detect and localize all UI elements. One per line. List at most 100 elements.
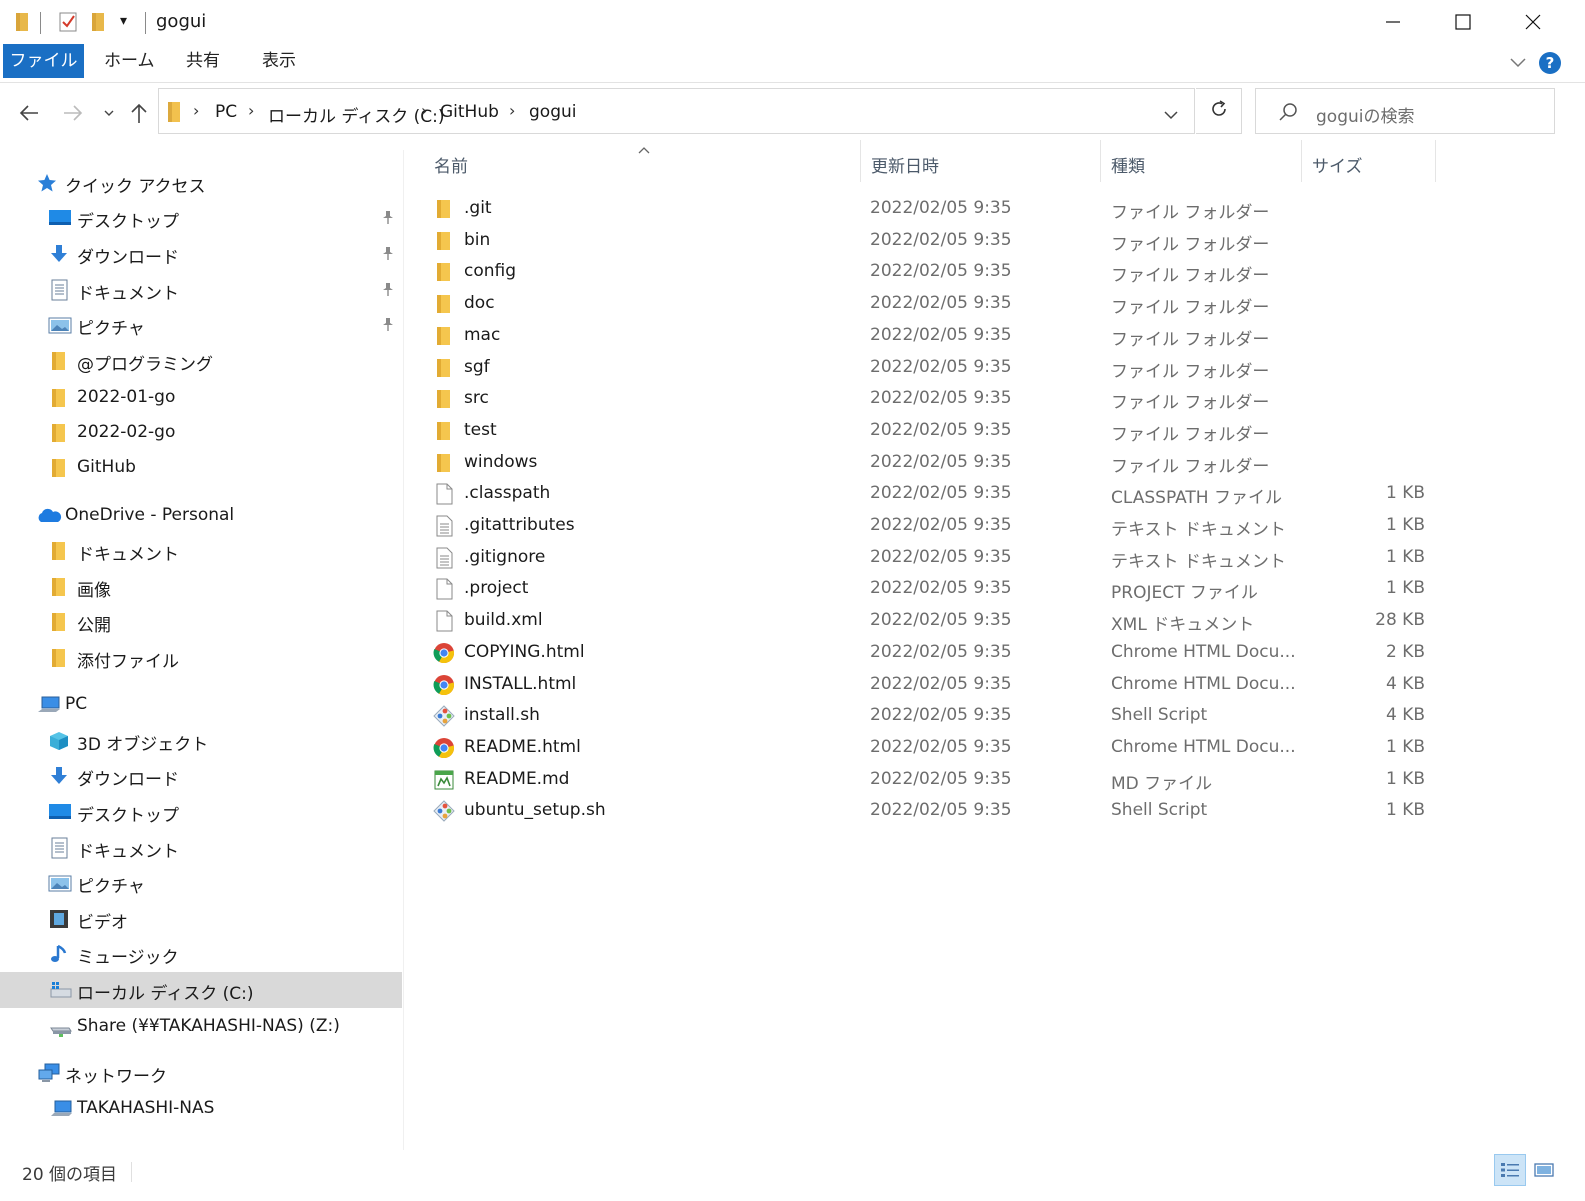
tab-file[interactable]: ファイル: [3, 44, 84, 78]
file-row[interactable]: INSTALL.html 2022/02/05 9:35 Chrome HTML D…: [425, 670, 1435, 700]
breadcrumb-separator[interactable]: ›: [509, 101, 515, 120]
file-row[interactable]: .project 2022/02/05 9:35 PROJECT ファイル 1 KB: [425, 574, 1435, 604]
chevron-down-icon[interactable]: [1508, 54, 1528, 74]
sidebar-item[interactable]: ドキュメント: [0, 533, 402, 569]
file-row[interactable]: config 2022/02/05 9:35 ファイル フォルダー: [425, 257, 1435, 287]
sidebar-item[interactable]: ピクチャ: [0, 865, 402, 901]
file-row[interactable]: README.md 2022/02/05 9:35 MD ファイル 1 KB: [425, 765, 1435, 795]
file-row[interactable]: README.html 2022/02/05 9:35 Chrome HTML Do…: [425, 733, 1435, 763]
sidebar-item[interactable]: ダウンロード: [0, 758, 402, 794]
sidebar-item[interactable]: 添付ファイル: [0, 640, 402, 676]
minimize-button[interactable]: [1358, 0, 1428, 44]
breadcrumb-separator[interactable]: ›: [193, 101, 199, 120]
sidebar-item[interactable]: 2022-01-go: [0, 380, 402, 416]
sidebar-item[interactable]: ピクチャ: [0, 307, 402, 343]
sidebar-item[interactable]: ビデオ: [0, 901, 402, 937]
help-button[interactable]: ?: [1539, 52, 1561, 74]
sidebar-item[interactable]: 公開: [0, 604, 402, 640]
sidebar-item[interactable]: GitHub: [0, 450, 402, 486]
file-name: sgf: [464, 356, 490, 377]
pictures-icon: [48, 872, 72, 894]
tab-view[interactable]: 表示: [248, 44, 310, 78]
sidebar-item[interactable]: Share (¥¥TAKAHASHI-NAS) (Z:): [0, 1009, 402, 1045]
pin-icon[interactable]: [380, 245, 396, 266]
address-history-chevron-icon[interactable]: [1163, 106, 1179, 126]
sidebar-item[interactable]: TAKAHASHI-NAS: [0, 1091, 402, 1127]
column-header-size[interactable]: サイズ: [1312, 152, 1363, 177]
breadcrumb-separator[interactable]: ›: [421, 101, 427, 120]
file-row[interactable]: build.xml 2022/02/05 9:35 XML ドキュメント 28 KB: [425, 606, 1435, 636]
breadcrumb-separator[interactable]: ›: [248, 101, 254, 120]
large-icons-view-button[interactable]: [1528, 1154, 1560, 1186]
column-divider[interactable]: [860, 140, 861, 182]
file-row[interactable]: bin 2022/02/05 9:35 ファイル フォルダー: [425, 226, 1435, 256]
document-icon: [48, 279, 72, 301]
sidebar-item[interactable]: デスクトップ: [0, 794, 402, 830]
sidebar-item[interactable]: クイック アクセス: [0, 165, 402, 201]
quick-access-dropdown[interactable]: ▾: [120, 13, 127, 29]
column-header-type[interactable]: 種類: [1111, 152, 1145, 177]
refresh-button[interactable]: [1196, 88, 1242, 134]
breadcrumb-local-disk[interactable]: ローカル ディスク (C:): [268, 102, 444, 127]
search-input[interactable]: goguiの検索: [1316, 102, 1414, 127]
file-row[interactable]: COPYING.html 2022/02/05 9:35 Chrome HTML D…: [425, 638, 1435, 668]
forward-arrow-icon[interactable]: [58, 98, 88, 128]
folder-icon: [433, 261, 455, 283]
sidebar-item[interactable]: 2022-02-go: [0, 415, 402, 451]
folder-icon: [48, 350, 72, 372]
sidebar-item[interactable]: @プログラミング: [0, 343, 402, 379]
sidebar-item[interactable]: ドキュメント: [0, 830, 402, 866]
file-row[interactable]: .git 2022/02/05 9:35 ファイル フォルダー: [425, 194, 1435, 224]
sidebar-item[interactable]: PC: [0, 687, 402, 723]
column-header-modified[interactable]: 更新日時: [871, 152, 939, 177]
file-modified: 2022/02/05 9:35: [870, 261, 1012, 282]
column-divider[interactable]: [1435, 140, 1436, 182]
file-type: テキスト ドキュメント: [1111, 551, 1286, 572]
file-row[interactable]: .classpath 2022/02/05 9:35 CLASSPATH ファイル 1…: [425, 479, 1435, 509]
sidebar-item[interactable]: 3D オブジェクト: [0, 723, 402, 759]
file-size: 1 KB: [1385, 483, 1425, 504]
file-row[interactable]: doc 2022/02/05 9:35 ファイル フォルダー: [425, 289, 1435, 319]
column-header-name[interactable]: 名前: [434, 152, 468, 177]
breadcrumb-gogui[interactable]: gogui: [529, 102, 576, 122]
sidebar-item[interactable]: ネットワーク: [0, 1055, 402, 1091]
file-row[interactable]: mac 2022/02/05 9:35 ファイル フォルダー: [425, 321, 1435, 351]
folder-icon: [433, 293, 455, 315]
sidebar-item[interactable]: ドキュメント: [0, 272, 402, 308]
tab-share[interactable]: 共有: [172, 44, 234, 78]
sidebar-item[interactable]: OneDrive - Personal: [0, 498, 402, 534]
column-divider[interactable]: [1301, 140, 1302, 182]
back-arrow-icon[interactable]: [14, 98, 44, 128]
maximize-button[interactable]: [1428, 0, 1498, 44]
close-button[interactable]: [1498, 0, 1568, 44]
properties-check-icon[interactable]: [58, 11, 78, 38]
file-row[interactable]: sgf 2022/02/05 9:35 ファイル フォルダー: [425, 353, 1435, 383]
sidebar-item[interactable]: デスクトップ: [0, 200, 402, 236]
tab-home[interactable]: ホーム: [90, 44, 169, 78]
sidebar-item[interactable]: ダウンロード: [0, 236, 402, 272]
folder-icon: [433, 452, 455, 474]
sidebar-item[interactable]: 画像: [0, 569, 402, 605]
file-row[interactable]: windows 2022/02/05 9:35 ファイル フォルダー: [425, 448, 1435, 478]
pin-icon[interactable]: [380, 316, 396, 337]
sidebar-item[interactable]: ローカル ディスク (C:): [0, 972, 402, 1008]
file-row[interactable]: test 2022/02/05 9:35 ファイル フォルダー: [425, 416, 1435, 446]
file-row[interactable]: install.sh 2022/02/05 9:35 Shell Script 4 K…: [425, 701, 1435, 731]
column-divider[interactable]: [1100, 140, 1101, 182]
git-shell-script-icon: [433, 705, 455, 727]
file-row[interactable]: .gitattributes 2022/02/05 9:35 テキスト ドキュメント…: [425, 511, 1435, 541]
file-row[interactable]: src 2022/02/05 9:35 ファイル フォルダー: [425, 384, 1435, 414]
recent-locations-chevron-icon[interactable]: [94, 98, 124, 128]
search-box[interactable]: goguiの検索: [1255, 88, 1555, 134]
breadcrumb-github[interactable]: GitHub: [440, 102, 499, 122]
breadcrumb-pc[interactable]: PC: [215, 102, 237, 122]
address-bar[interactable]: › PC › ローカル ディスク (C:) › GitHub › gogui: [158, 88, 1195, 134]
new-folder-icon[interactable]: [90, 11, 108, 38]
file-row[interactable]: ubuntu_setup.sh 2022/02/05 9:35 Shell Scri…: [425, 796, 1435, 826]
pin-icon[interactable]: [380, 281, 396, 302]
file-row[interactable]: .gitignore 2022/02/05 9:35 テキスト ドキュメント 1 KB: [425, 543, 1435, 573]
up-arrow-icon[interactable]: [124, 98, 154, 128]
sidebar-item[interactable]: ミュージック: [0, 936, 402, 972]
details-view-button[interactable]: [1494, 1154, 1526, 1186]
pin-icon[interactable]: [380, 209, 396, 230]
